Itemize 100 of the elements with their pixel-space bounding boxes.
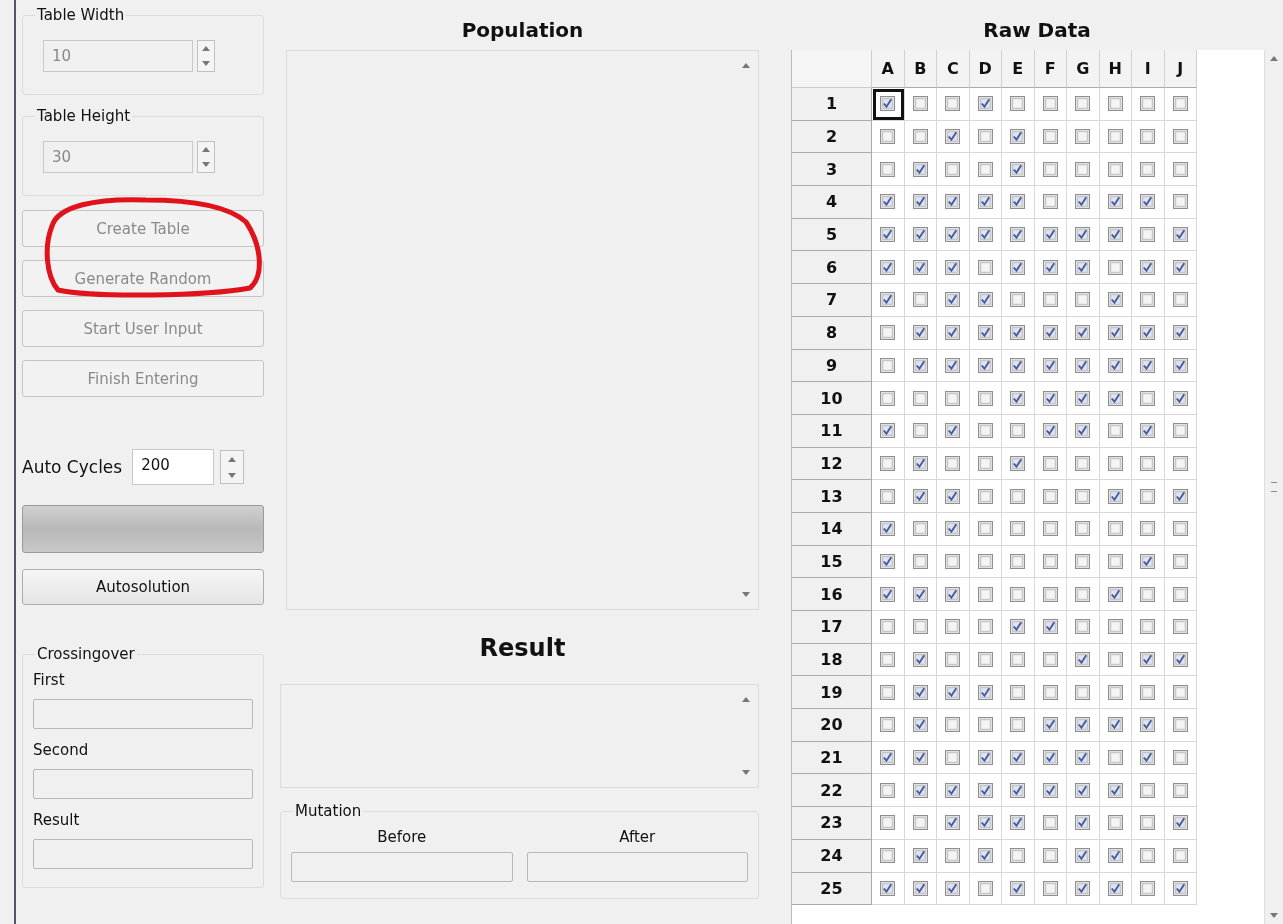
checked-checkbox[interactable] <box>1172 880 1188 896</box>
checked-checkbox[interactable] <box>1075 782 1091 798</box>
checked-checkbox[interactable] <box>1107 782 1123 798</box>
checkbox[interactable] <box>1075 455 1091 471</box>
checkbox[interactable] <box>1010 521 1026 537</box>
checkbox[interactable] <box>1172 717 1188 733</box>
checked-checkbox[interactable] <box>1010 227 1026 243</box>
checkbox[interactable] <box>1140 129 1156 145</box>
checked-checkbox[interactable] <box>977 194 993 210</box>
checked-checkbox[interactable] <box>945 292 961 308</box>
checked-checkbox[interactable] <box>1172 652 1188 668</box>
checked-checkbox[interactable] <box>1010 390 1026 406</box>
checked-checkbox[interactable] <box>1010 880 1026 896</box>
row-header[interactable]: 23 <box>792 807 872 840</box>
checked-checkbox[interactable] <box>880 96 896 112</box>
checkbox[interactable] <box>1140 521 1156 537</box>
checked-checkbox[interactable] <box>1107 586 1123 602</box>
checkbox[interactable] <box>1042 292 1058 308</box>
scrollbar[interactable] <box>1264 50 1283 924</box>
checkbox[interactable] <box>977 652 993 668</box>
checkbox[interactable] <box>880 684 896 700</box>
checked-checkbox[interactable] <box>1107 292 1123 308</box>
checked-checkbox[interactable] <box>1042 227 1058 243</box>
checkbox[interactable] <box>1107 684 1123 700</box>
checked-checkbox[interactable] <box>880 880 896 896</box>
checkbox[interactable] <box>1075 521 1091 537</box>
checked-checkbox[interactable] <box>977 782 993 798</box>
checkbox[interactable] <box>945 619 961 635</box>
row-header[interactable]: 24 <box>792 839 872 873</box>
column-header[interactable]: E <box>1002 50 1035 88</box>
checkbox[interactable] <box>1010 652 1026 668</box>
checkbox[interactable] <box>1042 455 1058 471</box>
checkbox[interactable] <box>880 129 896 145</box>
checked-checkbox[interactable] <box>1042 782 1058 798</box>
checkbox[interactable] <box>1107 750 1123 766</box>
column-header[interactable]: F <box>1034 50 1067 88</box>
checked-checkbox[interactable] <box>1140 652 1156 668</box>
checked-checkbox[interactable] <box>977 750 993 766</box>
column-header[interactable]: H <box>1099 50 1132 88</box>
row-header[interactable]: 7 <box>792 284 872 317</box>
checkbox[interactable] <box>1172 129 1188 145</box>
checkbox[interactable] <box>1042 848 1058 864</box>
checked-checkbox[interactable] <box>945 521 961 537</box>
checked-checkbox[interactable] <box>1010 782 1026 798</box>
checkbox[interactable] <box>1172 586 1188 602</box>
row-header[interactable]: 16 <box>792 578 872 611</box>
checkbox[interactable] <box>1010 423 1026 439</box>
checked-checkbox[interactable] <box>1010 161 1026 177</box>
checked-checkbox[interactable] <box>1172 259 1188 275</box>
checkbox[interactable] <box>1107 455 1123 471</box>
checked-checkbox[interactable] <box>1010 750 1026 766</box>
checked-checkbox[interactable] <box>1075 750 1091 766</box>
checked-checkbox[interactable] <box>1010 259 1026 275</box>
row-header[interactable]: 6 <box>792 251 872 285</box>
checkbox[interactable] <box>880 815 896 831</box>
row-header[interactable]: 3 <box>792 153 872 187</box>
column-header[interactable]: B <box>904 50 937 88</box>
checkbox[interactable] <box>880 161 896 177</box>
checkbox[interactable] <box>1107 161 1123 177</box>
column-header[interactable]: D <box>969 50 1002 88</box>
checked-checkbox[interactable] <box>1075 357 1091 373</box>
checkbox[interactable] <box>1140 782 1156 798</box>
checkbox[interactable] <box>1140 227 1156 243</box>
checked-checkbox[interactable] <box>1075 652 1091 668</box>
checked-checkbox[interactable] <box>880 423 896 439</box>
checked-checkbox[interactable] <box>912 782 928 798</box>
row-header[interactable]: 14 <box>792 512 872 546</box>
checked-checkbox[interactable] <box>912 652 928 668</box>
scroll-up-icon[interactable] <box>742 697 750 702</box>
checkbox[interactable] <box>1042 521 1058 537</box>
checked-checkbox[interactable] <box>1042 259 1058 275</box>
scroll-down-icon[interactable] <box>742 770 750 775</box>
checked-checkbox[interactable] <box>945 880 961 896</box>
checkbox[interactable] <box>945 553 961 569</box>
checkbox[interactable] <box>912 619 928 635</box>
checked-checkbox[interactable] <box>1107 325 1123 341</box>
checkbox[interactable] <box>1042 194 1058 210</box>
checked-checkbox[interactable] <box>945 586 961 602</box>
checkbox[interactable] <box>945 750 961 766</box>
checked-checkbox[interactable] <box>1010 619 1026 635</box>
checked-checkbox[interactable] <box>977 227 993 243</box>
column-header[interactable]: I <box>1132 50 1165 88</box>
checkbox[interactable] <box>880 782 896 798</box>
checked-checkbox[interactable] <box>1042 390 1058 406</box>
checkbox[interactable] <box>1042 586 1058 602</box>
checkbox[interactable] <box>880 357 896 373</box>
number-field[interactable]: 200 <box>132 449 215 485</box>
checkbox[interactable] <box>1140 161 1156 177</box>
checkbox[interactable] <box>1172 161 1188 177</box>
checkbox[interactable] <box>977 521 993 537</box>
checkbox[interactable] <box>1075 553 1091 569</box>
checkbox[interactable] <box>1140 96 1156 112</box>
checked-checkbox[interactable] <box>1172 227 1188 243</box>
checked-checkbox[interactable] <box>1107 848 1123 864</box>
checkbox[interactable] <box>1075 292 1091 308</box>
checked-checkbox[interactable] <box>945 129 961 145</box>
checkbox[interactable] <box>1010 586 1026 602</box>
checked-checkbox[interactable] <box>1042 325 1058 341</box>
row-header[interactable]: 17 <box>792 611 872 644</box>
checkbox[interactable] <box>1140 586 1156 602</box>
